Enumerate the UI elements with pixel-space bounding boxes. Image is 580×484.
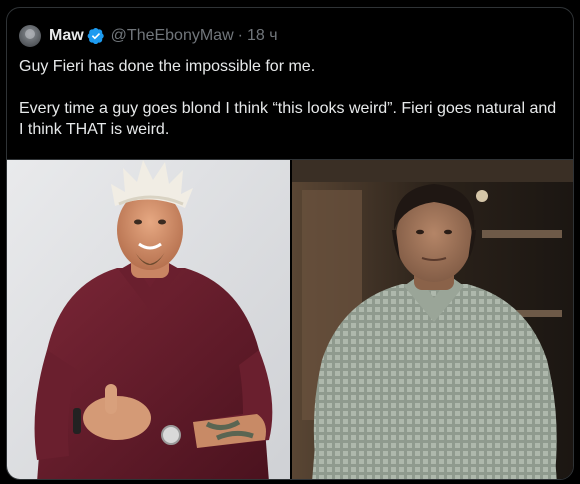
tweet-paragraph: Every time a guy goes blond I think “thi… xyxy=(19,100,557,138)
user-avatar[interactable] xyxy=(19,25,41,47)
media-photo-left[interactable] xyxy=(7,160,290,479)
tweet-paragraph: Guy Fieri has done the impossible for me… xyxy=(19,58,316,75)
tweet-text: Guy Fieri has done the impossible for me… xyxy=(19,56,564,140)
photo-left-image xyxy=(7,160,290,479)
tweet-header: Maw @TheEbonyMaw · 18 ч xyxy=(19,24,278,48)
user-handle[interactable]: @TheEbonyMaw xyxy=(111,27,234,45)
media-grid xyxy=(7,159,573,479)
display-name[interactable]: Maw xyxy=(49,27,84,45)
media-photo-right[interactable] xyxy=(292,160,573,479)
separator-dot: · xyxy=(237,27,243,44)
tweet-card[interactable]: Maw @TheEbonyMaw · 18 ч Guy Fieri has do… xyxy=(6,7,574,480)
photo-right-image xyxy=(292,160,573,479)
post-time[interactable]: 18 ч xyxy=(247,27,278,45)
verified-badge-icon xyxy=(87,27,104,45)
